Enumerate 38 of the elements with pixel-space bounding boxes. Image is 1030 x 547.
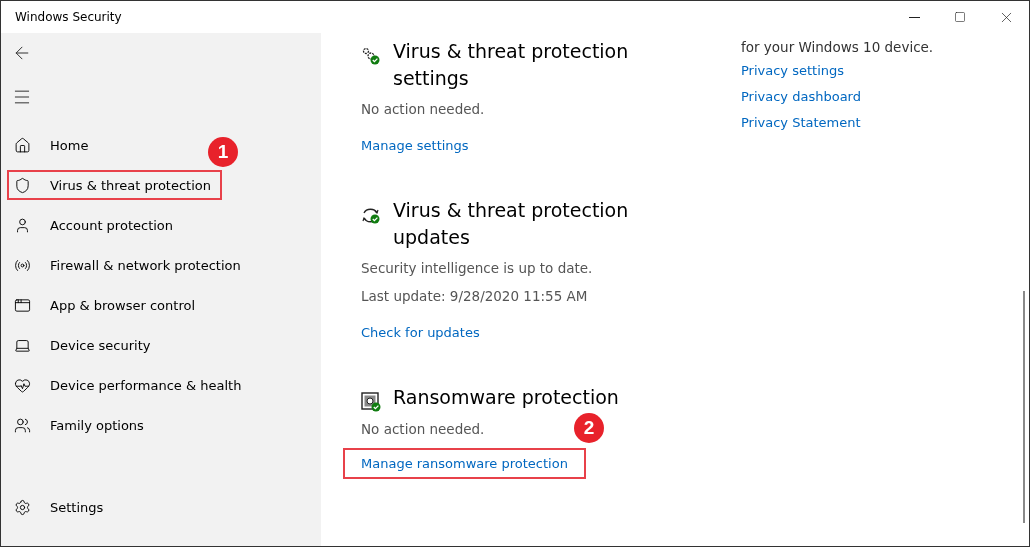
status-text: No action needed. (361, 100, 485, 119)
sidebar-item[interactable]: Device performance & health (7, 370, 253, 400)
link[interactable]: Check for updates (361, 325, 480, 340)
status-text: Last update: 9/28/2020 11:55 AM (361, 287, 588, 306)
people-icon (14, 416, 31, 434)
minimize-icon (908, 16, 920, 18)
link[interactable]: Manage settings (361, 138, 469, 153)
home-icon (14, 136, 31, 154)
heart-pulse-icon (14, 376, 31, 394)
settings-icon (14, 498, 31, 516)
gears-check-icon (361, 46, 381, 66)
person-icon (14, 216, 31, 234)
link[interactable]: Privacy settings (741, 61, 1019, 81)
scrollbar[interactable] (1023, 291, 1025, 523)
section-heading: Virus & threat protection settings (393, 39, 630, 91)
shield-icon (14, 176, 31, 194)
section-heading: Virus & threat protection updates (393, 198, 630, 250)
privacy-text: for your Windows 10 device. (741, 39, 935, 55)
sidebar-item[interactable]: Virus & threat protection (7, 170, 222, 200)
sidebar-item[interactable]: Account protection (7, 210, 185, 240)
sidebar-item[interactable]: Family options (7, 410, 155, 440)
sidebar-item[interactable]: Device security (7, 330, 162, 360)
link[interactable]: Privacy dashboard (741, 87, 1019, 107)
status-text: No action needed. (361, 420, 485, 439)
sidebar-item[interactable]: Firewall & network protection (7, 250, 252, 280)
window-icon (14, 296, 31, 314)
step-badge: 1 (208, 137, 238, 167)
sidebar-item[interactable]: Home (7, 130, 100, 160)
sidebar-item[interactable]: Settings (7, 492, 115, 522)
sidebar-item[interactable]: App & browser control (7, 290, 206, 320)
safe-check-icon (361, 392, 381, 412)
link[interactable]: Manage ransomware protection (343, 448, 586, 479)
maximize-icon (954, 11, 966, 23)
step-badge: 2 (573, 413, 604, 443)
window-title: Windows Security (15, 10, 122, 24)
status-text: Security intelligence is up to date. (361, 259, 593, 278)
section-heading: Ransomware protection (393, 385, 620, 410)
link[interactable]: Privacy Statement (741, 113, 1019, 133)
